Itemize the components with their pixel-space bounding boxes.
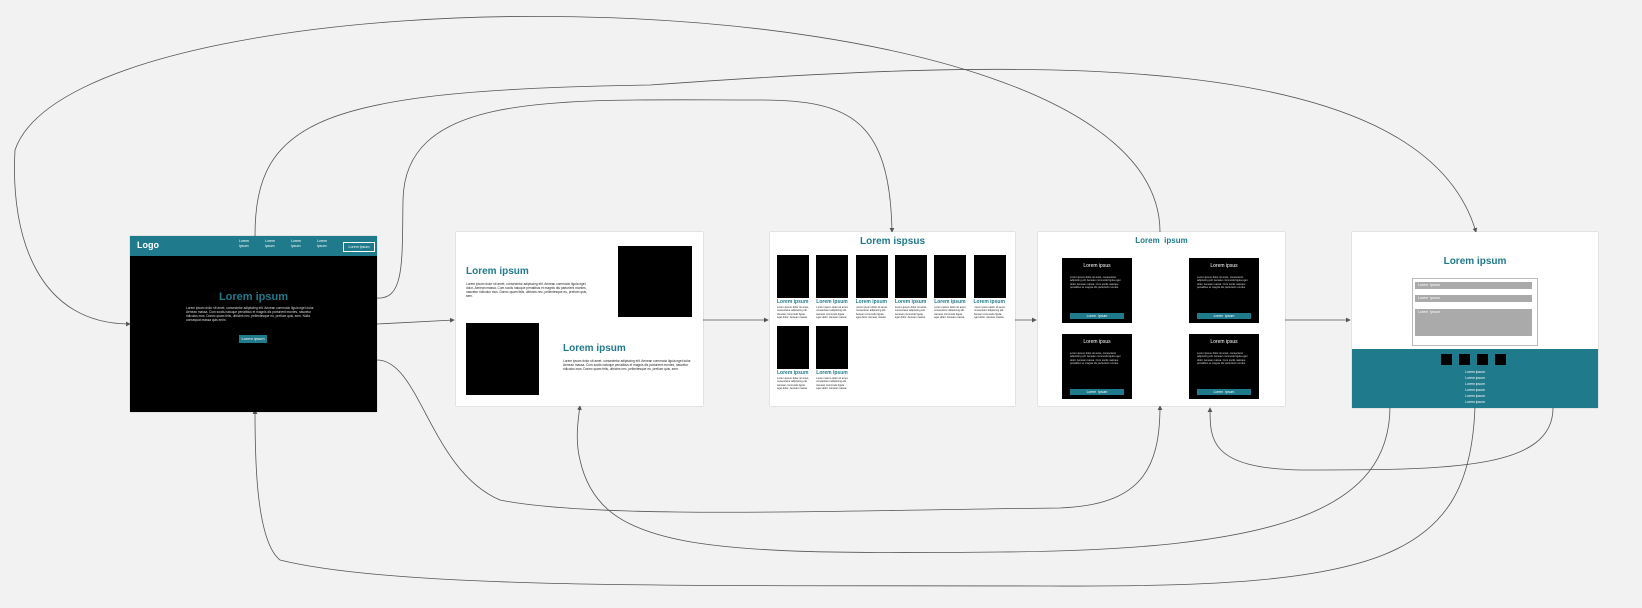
gallery-item-label: Lorem ipsum: [894, 299, 927, 305]
social-icon-2[interactable]: [1459, 354, 1470, 365]
gallery-item-text: Lorem ipsum dolor sit amet, consectetur …: [973, 306, 1006, 319]
gallery-item-image[interactable]: [973, 255, 1006, 298]
gallery-item-text: Lorem ipsum dolor sit amet, consectetur …: [777, 306, 809, 319]
about-body-1: Lorem ipsum dolor sit amet, consectetur …: [466, 282, 588, 298]
frame-about: Lorem ipsum Lorem ipsum dolor sit amet, …: [456, 232, 703, 406]
link-home-about: [376, 317, 455, 325]
home-body: Lorem ipsum dolor sit amet, consectetur …: [186, 306, 315, 322]
about-image-1: [618, 246, 692, 317]
frame-gallery: Lorem ispsus Lorem ipsum Lorem ipsum dolo…: [770, 232, 1015, 406]
nav-item-1[interactable]: Lorem Ipsum: [239, 239, 253, 249]
home-title: Lorem ipsum: [218, 291, 289, 303]
home-button[interactable]: Lorem ipsum: [239, 335, 267, 343]
gallery-item-label: Lorem ipsum: [855, 299, 887, 305]
gallery-item-image[interactable]: [934, 255, 967, 298]
frame-home: Logo Lorem Ipsum Lorem Ipsum Lorem Ipsum…: [130, 236, 377, 412]
gallery-item-image[interactable]: [816, 255, 849, 298]
service-card-text: Lorem ipsum dolor sit amet, consectetur …: [1070, 276, 1121, 290]
contact-title: Lorem ipsum: [1443, 256, 1507, 267]
gallery-item-image[interactable]: [894, 255, 927, 298]
service-card-title: Lorem ipsus: [1083, 263, 1111, 269]
service-card: Lorem ipsus Lorem ipsum dolor sit amet, c…: [1062, 258, 1132, 323]
service-card-button[interactable]: Lorem Ipsum: [1070, 389, 1124, 395]
gallery-title: Lorem ispsus: [859, 236, 926, 247]
nav-item-4[interactable]: Lorem Ipsum: [317, 239, 331, 249]
gallery-item-text: Lorem ipsum dolor sit amet, consectetur …: [777, 377, 809, 390]
contact-field-2[interactable]: Lorem Ipsum: [1415, 295, 1532, 302]
gallery-item-image[interactable]: [816, 326, 849, 369]
nav-item-3[interactable]: Lorem Ipsum: [291, 239, 305, 249]
gallery-item-label: Lorem ipsum: [934, 299, 966, 305]
social-icon-4[interactable]: [1495, 354, 1506, 365]
link-contact-about: [576, 405, 1391, 553]
services-title: Lorem ipsum: [1135, 236, 1188, 245]
service-card-title: Lorem ipsus: [1210, 263, 1238, 269]
service-card-title: Lorem ipsus: [1210, 339, 1238, 345]
gallery-item-label: Lorem ipsum: [816, 299, 848, 305]
service-card-title: Lorem ipsus: [1083, 339, 1111, 345]
gallery-item-text: Lorem ipsum dolor sit amet, consectetur …: [855, 306, 888, 319]
footer-link[interactable]: Lorem ipsum: [1352, 399, 1598, 405]
social-icon-3[interactable]: [1477, 354, 1488, 365]
link-contact-home: [252, 405, 1476, 587]
home-logo: Logo: [137, 240, 159, 250]
about-body-2: Lorem ipsum dolor sit amet, consectetur …: [563, 359, 692, 371]
footer-links: Lorem ipsum Lorem ipsum Lorem ipsum Lorem i…: [1352, 369, 1598, 405]
link-home-contact: [254, 68, 1478, 237]
link-contact-services: [1207, 405, 1554, 471]
gallery-item-label: Lorem ipsum: [816, 370, 848, 376]
home-navbar: Logo Lorem Ipsum Lorem Ipsum Lorem Ipsum…: [130, 236, 377, 256]
frame-services: Lorem ipsum Lorem ipsus Lorem ipsum dolor…: [1038, 232, 1285, 406]
service-card-text: Lorem ipsum dolor sit amet, consectetur …: [1197, 352, 1248, 366]
gallery-item-text: Lorem ipsum dolor sit amet, consectetur …: [816, 377, 849, 390]
gallery-item-image[interactable]: [855, 255, 888, 298]
about-image-2: [466, 323, 539, 395]
nav-button[interactable]: Lorem Ipsum: [343, 242, 375, 252]
service-card-text: Lorem ipsum dolor sit amet, consectetur …: [1070, 352, 1121, 366]
social-icon-1[interactable]: [1441, 354, 1452, 365]
service-card: Lorem ipsus Lorem ipsum dolor sit amet, c…: [1062, 334, 1132, 399]
gallery-item-image[interactable]: [777, 255, 809, 298]
gallery-item-label: Lorem ipsum: [973, 299, 1005, 305]
nav-item-2[interactable]: Lorem Ipsum: [265, 239, 279, 249]
frame-contact: Lorem ipsum Lorem Ipsum Lorem Ipsum Lore…: [1352, 232, 1598, 408]
about-title-1: Lorem ipsum: [466, 266, 529, 277]
contact-field-3[interactable]: Lorem Ipsum: [1415, 309, 1532, 336]
gallery-item-text: Lorem ipsum dolor sit amet, consectetur …: [894, 306, 927, 319]
service-card-text: Lorem ipsum dolor sit amet, consectetur …: [1197, 276, 1248, 290]
contact-field-1[interactable]: Lorem Ipsum: [1415, 282, 1532, 289]
service-card-button[interactable]: Lorem Ipsum: [1070, 313, 1124, 319]
gallery-item-image[interactable]: [777, 326, 809, 369]
gallery-item-text: Lorem ipsum dolor sit amet, consectetur …: [816, 306, 849, 319]
contact-footer: Lorem ipsum Lorem ipsum Lorem ipsum Lorem i…: [1352, 349, 1598, 408]
about-title-2: Lorem ipsum: [563, 343, 626, 354]
service-card: Lorem ipsus Lorem ipsum dolor sit amet, c…: [1189, 334, 1259, 399]
service-card: Lorem ipsus Lorem ipsum dolor sit amet, c…: [1189, 258, 1259, 323]
gallery-item-label: Lorem ipsum: [777, 370, 809, 376]
service-card-button[interactable]: Lorem Ipsum: [1197, 313, 1251, 319]
contact-form: Lorem Ipsum Lorem Ipsum Lorem Ipsum: [1412, 278, 1538, 346]
gallery-item-text: Lorem ipsum dolor sit amet, consectetur …: [934, 306, 967, 319]
service-card-button[interactable]: Lorem Ipsum: [1197, 389, 1251, 395]
gallery-item-label: Lorem ipsum: [777, 299, 809, 305]
